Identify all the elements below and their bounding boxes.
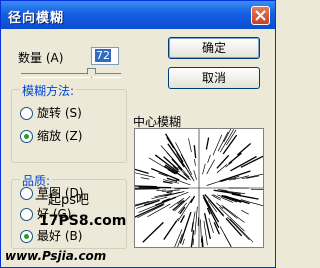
blur-ray: [231, 193, 259, 200]
blur-ray: [219, 170, 251, 182]
radio-draft-indicator[interactable]: [20, 187, 33, 200]
blur-ray: [200, 219, 202, 243]
watermark-text-3: www.Psjia.com: [5, 249, 107, 263]
watermark-text-2: 17PS8.com: [39, 213, 127, 229]
watermark-text-1: 一起ps吧: [35, 193, 90, 208]
radio-spin[interactable]: 旋转 (S): [20, 105, 82, 121]
radio-zoom-label: 缩放 (Z): [37, 129, 83, 143]
radio-spin-indicator[interactable]: [20, 107, 33, 120]
blur-center-preview[interactable]: [134, 128, 264, 248]
radio-zoom-indicator[interactable]: [20, 130, 33, 143]
blur-ray: [236, 143, 252, 156]
blur-ray: [165, 133, 184, 163]
blur-ray: [194, 159, 196, 166]
blur-ray: [175, 179, 191, 186]
blur-ray: [174, 188, 189, 190]
blur-ray: [135, 203, 165, 218]
blur-ray: [162, 180, 173, 184]
radial-rays-graphic: [135, 129, 263, 247]
radio-best[interactable]: 最好 (B): [20, 228, 82, 244]
blur-ray: [174, 195, 191, 212]
radio-best-label: 最好 (B): [37, 229, 83, 243]
blur-ray: [135, 168, 149, 174]
blur-ray: [203, 212, 211, 240]
amount-value: 72: [95, 49, 111, 62]
blur-ray: [135, 185, 157, 188]
radio-good-indicator[interactable]: [20, 208, 33, 221]
blur-ray: [179, 211, 192, 244]
radial-blur-dialog: 径向模糊 数量 (A) 72 确定 取消 模糊方法: 旋转 (S) 缩放 (Z)…: [0, 0, 276, 268]
blur-ray: [240, 209, 249, 215]
blur-method-group: 模糊方法: 旋转 (S) 缩放 (Z): [11, 82, 127, 163]
blur-ray: [217, 189, 228, 191]
blur-ray: [216, 163, 228, 174]
blur-ray: [228, 152, 242, 165]
ok-button[interactable]: 确定: [168, 37, 260, 59]
blur-ray: [240, 155, 263, 168]
close-button[interactable]: [251, 6, 270, 25]
blur-ray: [148, 157, 167, 169]
blur-ray: [193, 145, 197, 159]
radio-best-indicator[interactable]: [20, 230, 33, 243]
blur-ray: [240, 199, 263, 207]
blur-ray: [251, 188, 263, 190]
radio-spin-label: 旋转 (S): [37, 106, 82, 120]
blur-ray: [182, 238, 185, 246]
blur-method-title: 模糊方法:: [20, 82, 77, 99]
blur-ray: [135, 172, 155, 178]
blur-ray: [176, 153, 192, 176]
cancel-button[interactable]: 取消: [168, 67, 260, 89]
blur-ray: [206, 180, 222, 186]
blur-ray: [221, 194, 238, 202]
blur-ray: [190, 175, 195, 182]
blur-ray: [142, 221, 164, 243]
blur-ray: [227, 216, 250, 241]
window-title: 径向模糊: [8, 11, 65, 26]
blur-ray: [229, 218, 254, 243]
amount-label: 数量 (A): [18, 51, 64, 65]
blur-ray: [163, 220, 178, 240]
amount-input[interactable]: 72: [91, 47, 119, 65]
amount-slider-track[interactable]: [21, 73, 121, 78]
blur-ray: [207, 154, 211, 164]
blur-ray: [201, 238, 204, 247]
title-bar[interactable]: 径向模糊: [1, 1, 275, 29]
close-icon: [255, 10, 266, 21]
blur-ray: [208, 218, 214, 234]
blur-ray: [193, 170, 197, 180]
blur-ray: [219, 226, 232, 247]
blur-ray: [205, 137, 210, 150]
blur-ray: [156, 189, 166, 191]
radio-zoom[interactable]: 缩放 (Z): [20, 128, 82, 144]
blur-ray: [140, 177, 150, 180]
blur-ray: [188, 138, 192, 153]
blur-ray: [166, 191, 173, 194]
blur-ray: [194, 206, 198, 235]
blur-ray: [202, 163, 206, 175]
blur-ray: [192, 238, 194, 245]
